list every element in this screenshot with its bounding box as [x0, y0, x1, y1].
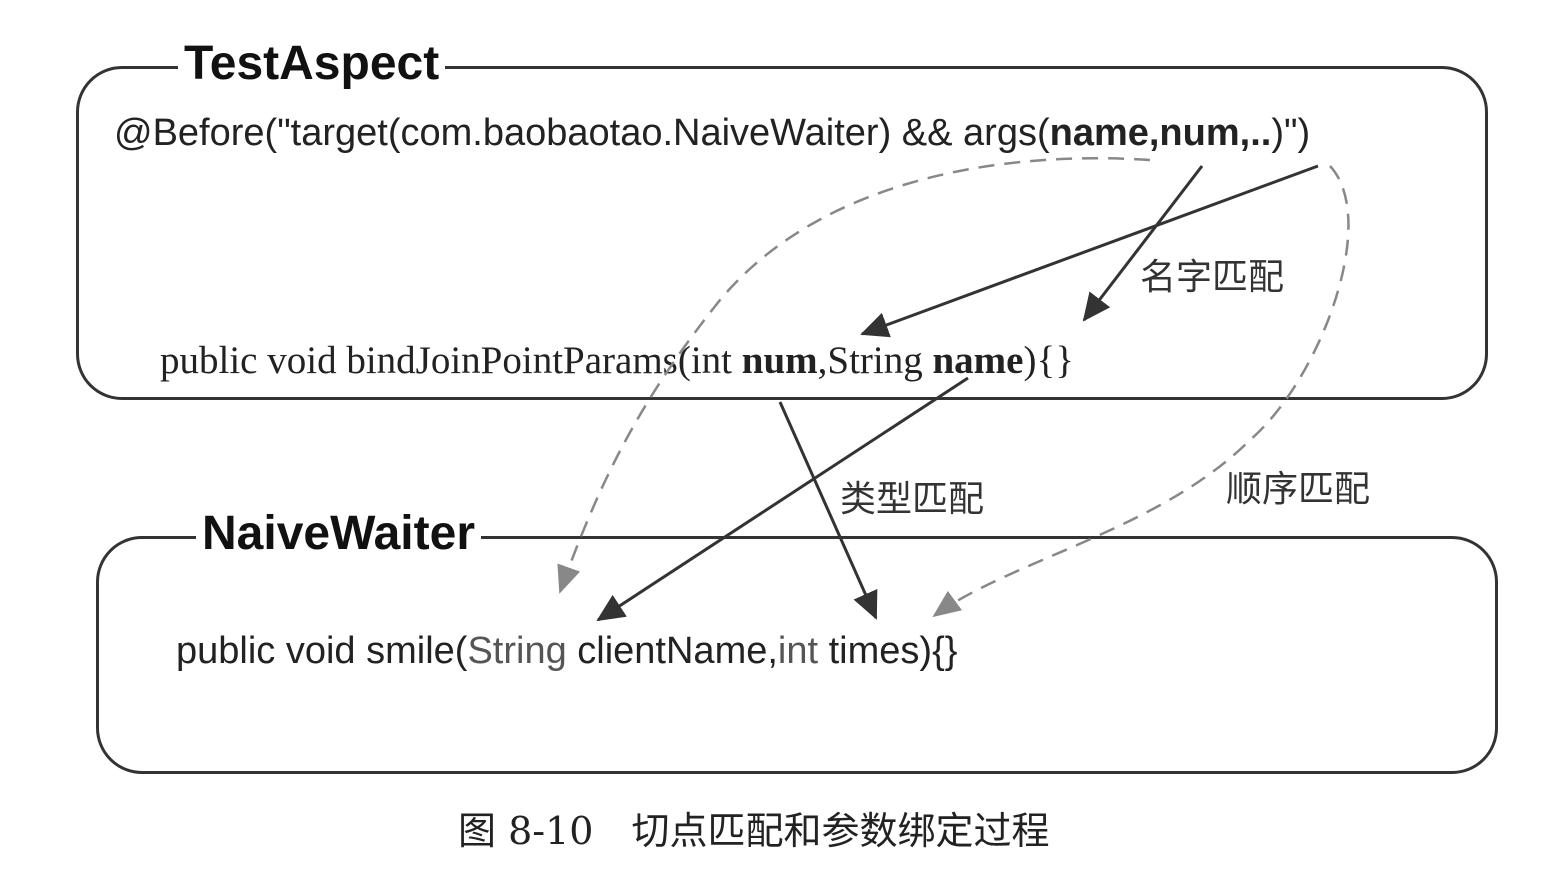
type-match-label: 类型匹配 [840, 479, 985, 520]
order-match-arc-right [932, 165, 1350, 618]
name-match-label: 名字匹配 [1140, 257, 1285, 298]
order-match-label: 顺序匹配 [1226, 469, 1371, 510]
order-match-arc-left [557, 156, 1151, 594]
arrows-layer [557, 156, 1350, 622]
figure-caption: 图 8-10 切点匹配和参数绑定过程 [458, 809, 1050, 853]
